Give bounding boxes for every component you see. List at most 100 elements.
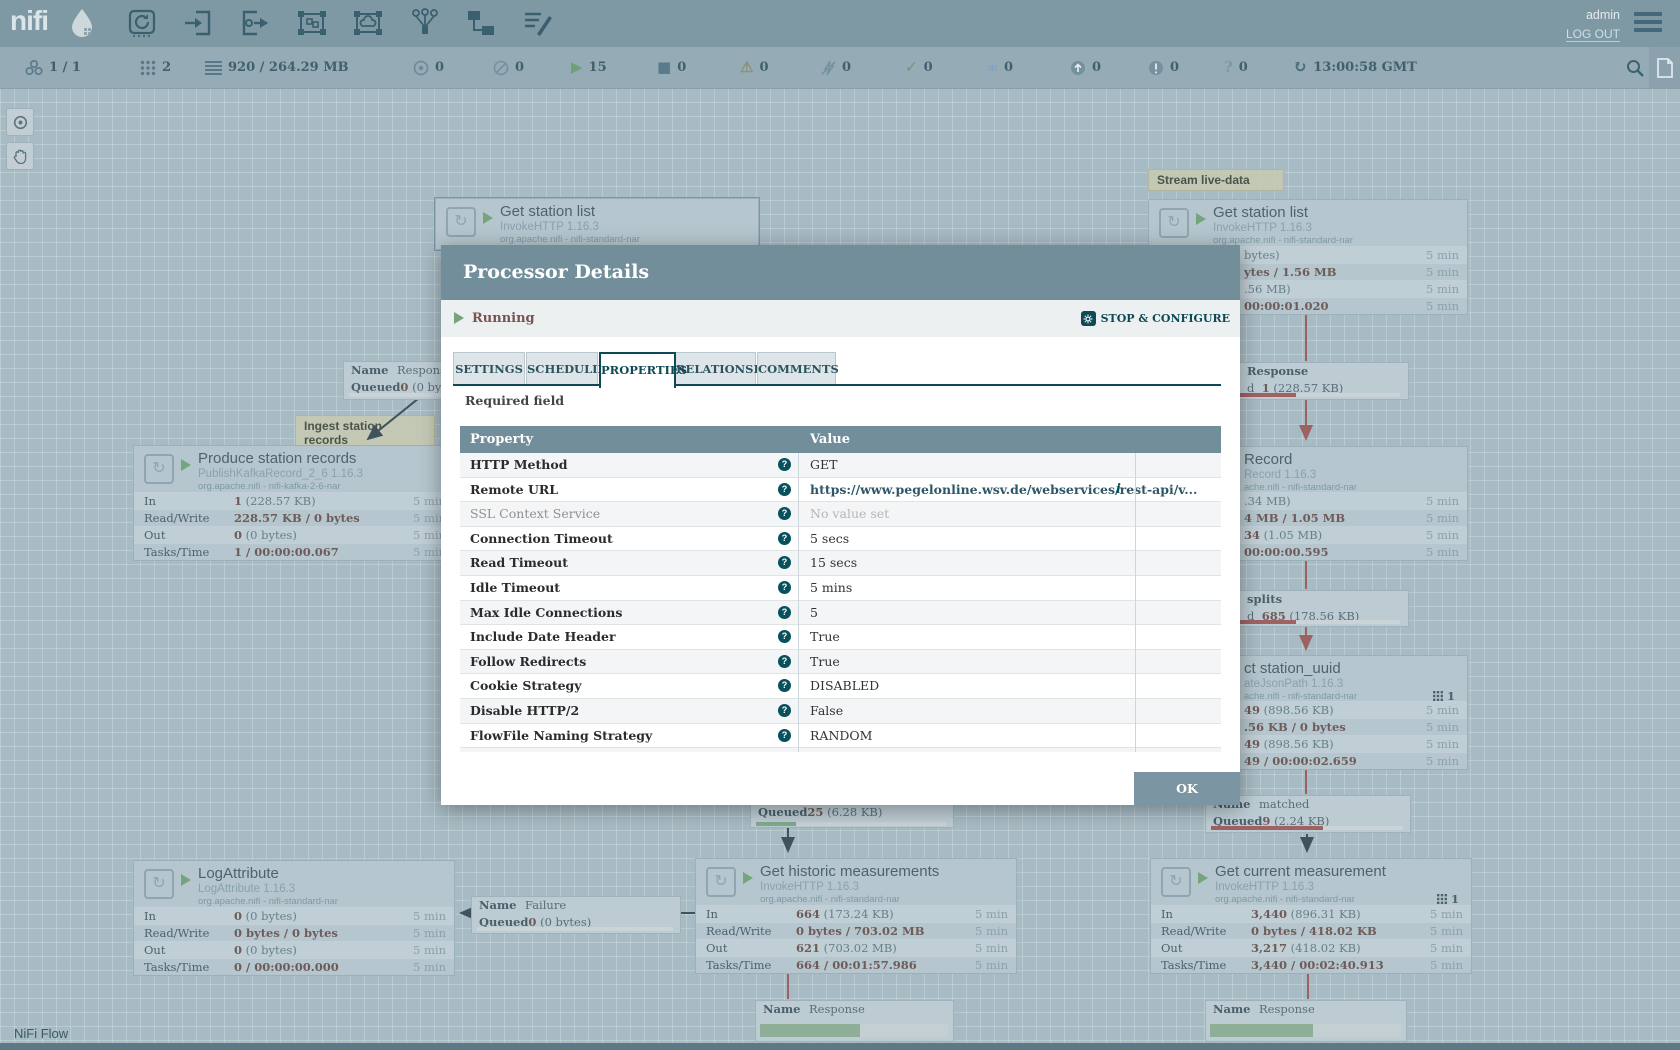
up-to-date-icon: ✓ [905,60,918,75]
required-field-note: Required field [465,393,564,408]
nifi-logo: nifi [10,5,48,37]
connection-label-failure[interactable]: NameFailure Queued0 (0 bytes) [471,896,681,934]
property-row-idle-timeout[interactable]: Idle Timeout?5 mins [460,576,1221,601]
running-icon [483,212,493,224]
tab-settings[interactable]: SETTINGS [453,352,525,386]
connection-label-response-bottom-right[interactable]: NameResponse [1205,1000,1407,1042]
status-queued: 920 / 264.29 MB [205,47,349,88]
grid-icon [140,60,156,76]
status-refresh[interactable]: ↻ 13:00:58 GMT [1293,47,1417,88]
queued-list-icon [205,60,222,75]
property-row-disable-http2[interactable]: Disable HTTP/2?False [460,699,1221,724]
help-icon: ? [778,532,791,545]
running-icon [181,874,191,886]
global-menu-icon[interactable] [1634,12,1662,36]
input-port-icon[interactable] [183,8,213,38]
processor-details-dialog: Processor Details Running STOP & CONFIGU… [441,245,1240,805]
running-icon [743,872,753,884]
canvas-label-stream-live-data[interactable]: Stream live-data [1148,169,1284,191]
tab-relationships[interactable]: RELATIONSHIPS [675,352,756,386]
label-icon[interactable] [523,8,553,38]
current-user: admin [1566,8,1620,22]
column-divider [798,453,799,752]
help-icon: ? [778,655,791,668]
cluster-grid-icon [1433,691,1443,701]
fit-view-button[interactable] [6,108,34,136]
help-icon: ? [778,729,791,742]
tab-comments[interactable]: COMMENTS [757,352,836,386]
property-row-include-date-header[interactable]: Include Date Header?True [460,625,1221,650]
tab-scheduling[interactable]: SCHEDULING [526,352,598,386]
stopped-icon: ■ [657,60,671,75]
property-row-remote-url[interactable]: Remote URL?https://www.pegelonline.wsv.d… [460,478,1221,503]
status-stopped: ■ 0 [657,47,686,88]
processor-icon: ↻ [1161,867,1191,897]
processor-state: Running [472,300,535,337]
pan-tool-button[interactable] [6,142,34,170]
property-row-http-method[interactable]: HTTP Method?GET [460,453,1221,478]
info-icon[interactable]: i [1116,478,1121,502]
processor-icon: ↻ [446,207,476,237]
property-row-connection-timeout[interactable]: Connection Timeout?5 secs [460,527,1221,552]
property-row-attributes-to-send[interactable]: Attributes to Send?No value set [460,748,1221,752]
status-locally-modified: * 0 [987,47,1013,88]
hand-icon [13,149,27,164]
status-stale: 0 [1070,47,1101,88]
cluster-badge: 1 [1437,892,1459,906]
ok-button[interactable]: OK [1134,772,1240,805]
refresh-icon[interactable]: ↻ [1293,59,1307,76]
search-icon[interactable] [1626,59,1644,77]
running-icon [454,312,464,324]
bulletin-board-button[interactable] [1649,47,1680,88]
cluster-icon [25,59,43,77]
processor-get-current-measurement[interactable]: ↻ Get current measurement InvokeHTTP 1.1… [1150,858,1472,974]
invalid-icon: ⚠ [740,60,753,75]
app-header: nifi [0,0,1680,47]
template-icon[interactable] [466,8,496,38]
status-transmitting: 0 [413,47,444,88]
property-row-max-idle-connections[interactable]: Max Idle Connections?5 [460,601,1221,626]
property-row-cookie-strategy[interactable]: Cookie Strategy?DISABLED [460,674,1221,699]
processor-icon: ↻ [706,867,736,897]
output-port-icon[interactable] [240,8,270,38]
flow-status-bar: 1 / 1 2 920 / 264.29 MB 0 0 ▶ 15 ■ 0 ⚠ 0… [0,47,1680,89]
connection-label-response-mid[interactable]: Response d 1 (228.57 KB) [1240,362,1409,400]
new-processor-icon[interactable] [127,8,157,38]
help-icon: ? [778,630,791,643]
transmitting-icon [413,60,429,76]
target-icon [13,115,28,130]
properties-table: Property Value HTTP Method?GET Remote UR… [460,426,1221,752]
processor-log-attribute[interactable]: ↻ LogAttribute LogAttribute 1.16.3 org.a… [133,860,455,976]
running-icon [1198,872,1208,884]
status-up-to-date: ✓ 0 [905,47,933,88]
funnel-icon[interactable] [410,8,440,38]
process-group-icon[interactable] [297,8,327,38]
status-cluster: 1 / 1 [25,47,81,88]
tab-properties[interactable]: PROPERTIES [599,352,676,388]
property-row-flowfile-naming-strategy[interactable]: FlowFile Naming Strategy?RANDOM [460,724,1221,749]
property-row-follow-redirects[interactable]: Follow Redirects?True [460,650,1221,675]
processor-icon: ↻ [1159,208,1189,238]
bottom-strip [0,1043,1680,1050]
status-invalid: ⚠ 0 [740,47,769,88]
help-icon: ? [778,458,791,471]
gear-icon [1081,311,1096,326]
connection-label-splits[interactable]: splits d 685 (178.56 KB) [1240,590,1409,627]
not-transmitting-icon [493,60,509,76]
property-row-ssl-context-service[interactable]: SSL Context Service?No value set [460,502,1221,527]
cluster-grid-icon [1437,894,1447,904]
stop-and-configure-button[interactable]: STOP & CONFIGURE [1081,300,1230,337]
locally-modified-stale-icon [1148,60,1164,76]
property-row-read-timeout[interactable]: Read Timeout?15 secs [460,551,1221,576]
connection-label-queued-25[interactable]: Queued25 (6.28 KB) [750,803,954,828]
breadcrumb[interactable]: NiFi Flow [14,1026,68,1041]
processor-get-station-list-center[interactable]: ↻ Get station list InvokeHTTP 1.16.3 org… [435,198,759,250]
user-block: admin LOG OUT [1566,8,1620,42]
processor-get-historic-measurements[interactable]: ↻ Get historic measurements InvokeHTTP 1… [695,858,1017,974]
document-icon [1657,58,1673,78]
logout-link[interactable]: LOG OUT [1566,27,1620,42]
dialog-header: Processor Details [441,245,1240,300]
remote-process-group-icon[interactable] [353,8,383,38]
processor-produce-station-records[interactable]: ↻ Produce station records PublishKafkaRe… [133,445,455,561]
connection-label-response-bottom-center[interactable]: NameResponse [755,1000,954,1042]
